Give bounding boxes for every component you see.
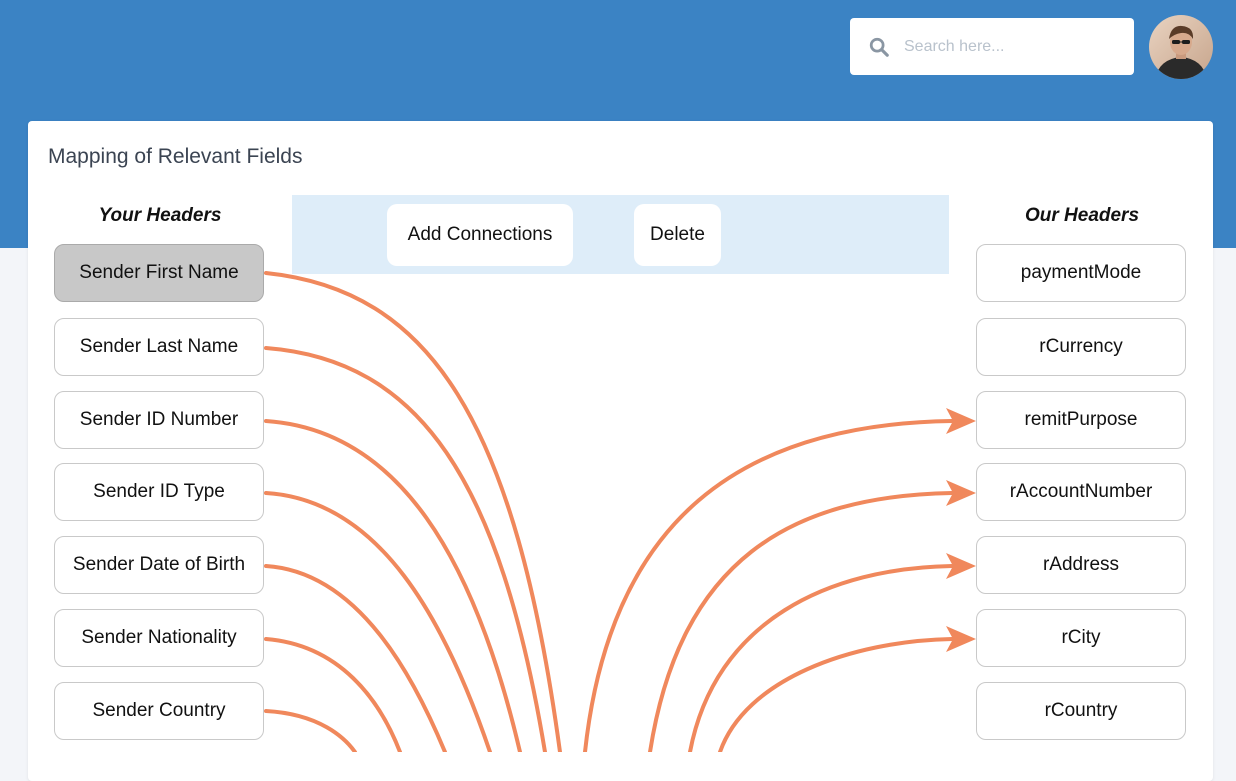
search-icon (869, 37, 889, 57)
search-input[interactable] (902, 36, 1126, 57)
our-header-paymentmode[interactable]: paymentMode (976, 244, 1186, 302)
mapping-card: Mapping of Relevant Fields Your Headers … (28, 121, 1213, 781)
our-headers-heading: Our Headers (1024, 205, 1140, 226)
our-header-raddress[interactable]: rAddress (976, 536, 1186, 594)
our-header-rcurrency[interactable]: rCurrency (976, 318, 1186, 376)
add-connections-button[interactable]: Add Connections (387, 204, 573, 266)
your-headers-heading: Your Headers (98, 205, 222, 226)
your-header-sender-date-of-birth[interactable]: Sender Date of Birth (54, 536, 264, 594)
your-header-sender-id-type[interactable]: Sender ID Type (54, 463, 264, 521)
your-header-sender-country[interactable]: Sender Country (54, 682, 264, 740)
our-header-rcountry[interactable]: rCountry (976, 682, 1186, 740)
our-header-raccountnumber[interactable]: rAccountNumber (976, 463, 1186, 521)
your-header-sender-first-name[interactable]: Sender First Name (54, 244, 264, 302)
our-header-rcity[interactable]: rCity (976, 609, 1186, 667)
delete-button[interactable]: Delete (634, 204, 721, 266)
avatar[interactable] (1149, 15, 1213, 79)
connection-toolbar: Add Connections Delete (292, 195, 949, 274)
user-avatar-icon (1149, 15, 1213, 79)
our-header-remitpurpose[interactable]: remitPurpose (976, 391, 1186, 449)
search-box[interactable] (850, 18, 1134, 75)
card-title: Mapping of Relevant Fields (48, 145, 303, 168)
your-header-sender-last-name[interactable]: Sender Last Name (54, 318, 264, 376)
your-header-sender-nationality[interactable]: Sender Nationality (54, 609, 264, 667)
your-header-sender-id-number[interactable]: Sender ID Number (54, 391, 264, 449)
